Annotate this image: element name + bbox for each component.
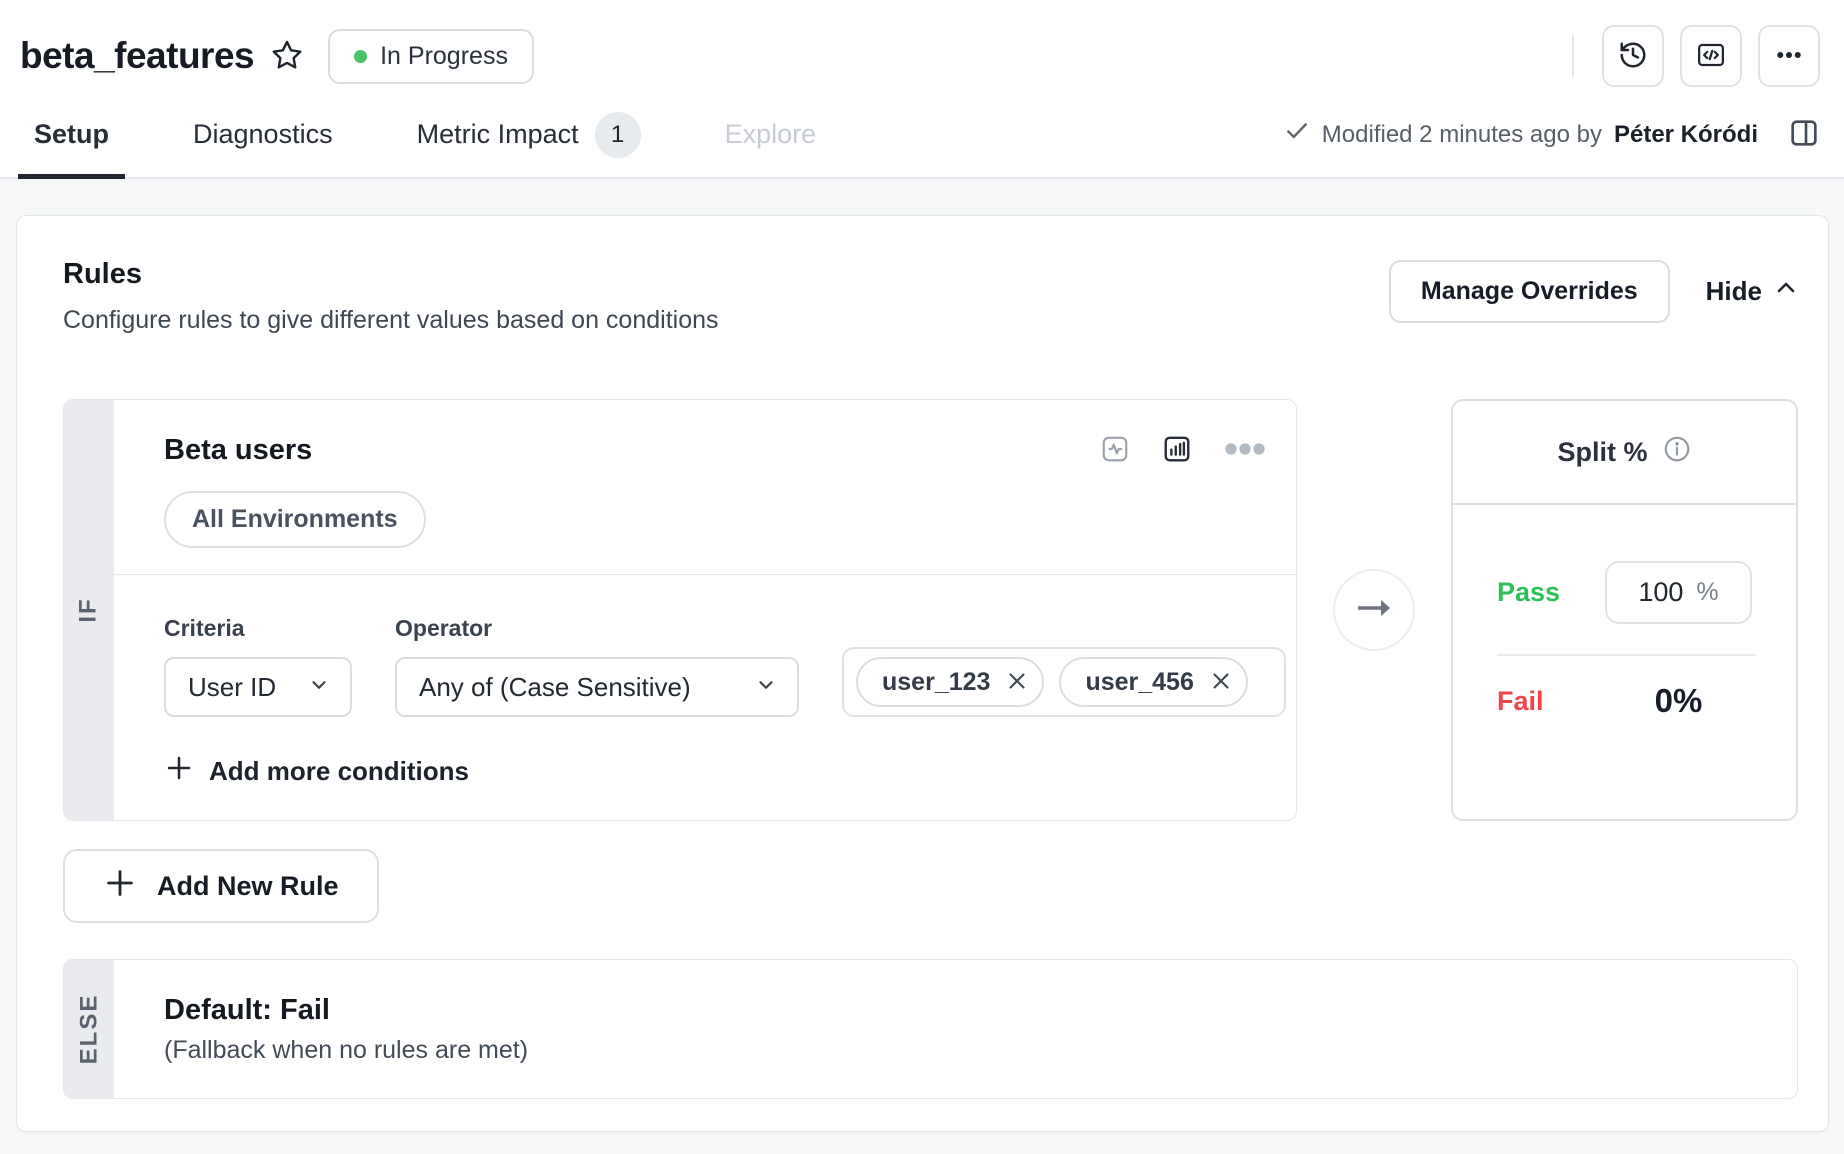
arrow-circle (1333, 569, 1415, 651)
plus-icon (103, 866, 137, 907)
check-icon (1284, 118, 1310, 151)
more-dots-icon (1224, 442, 1266, 459)
rule-analytics-button[interactable] (1162, 434, 1192, 467)
info-icon[interactable] (1662, 434, 1692, 471)
divider (1497, 654, 1756, 656)
close-icon (1004, 668, 1030, 697)
activity-chart-icon (1100, 434, 1130, 467)
add-more-conditions-button[interactable]: Add more conditions (164, 753, 469, 790)
rule-more-button[interactable] (1224, 442, 1266, 459)
modified-text: Modified 2 minutes ago by (1322, 121, 1602, 149)
value-tag: user_123 (856, 657, 1044, 707)
close-icon (1208, 668, 1234, 697)
star-icon (270, 38, 304, 75)
divider (1572, 35, 1574, 77)
metric-impact-count-badge: 1 (595, 112, 641, 158)
favorite-star-button[interactable] (270, 38, 304, 75)
rules-card: Rules Configure rules to give different … (16, 215, 1829, 1132)
chevron-up-icon (1774, 276, 1798, 307)
else-row: ELSE Default: Fail (Fallback when no rul… (63, 959, 1798, 1099)
history-button[interactable] (1602, 25, 1664, 87)
add-new-rule-button[interactable]: Add New Rule (63, 849, 379, 923)
pass-label: Pass (1497, 577, 1560, 608)
panel-right-icon (1788, 117, 1820, 152)
operator-label: Operator (395, 615, 799, 642)
history-icon (1618, 40, 1648, 73)
side-panel-toggle-button[interactable] (1788, 117, 1820, 152)
fail-percentage-value: 0% (1605, 682, 1752, 720)
rule-row: IF Beta users (63, 399, 1798, 821)
rule-card: IF Beta users (63, 399, 1297, 821)
tab-setup[interactable]: Setup (18, 92, 125, 177)
value-tag: user_456 (1059, 657, 1247, 707)
code-button[interactable] (1680, 25, 1742, 87)
if-keyword-strip: IF (64, 400, 114, 820)
percent-unit: % (1696, 578, 1718, 607)
main-content: Rules Configure rules to give different … (0, 179, 1844, 1154)
criteria-field: Criteria User ID (164, 615, 352, 717)
tab-explore: Explore (709, 92, 833, 177)
status-dot-icon (354, 50, 367, 63)
topbar: beta_features In Progress (0, 0, 1844, 92)
tab-bar: Setup Diagnostics Metric Impact 1 Explor… (0, 92, 1844, 179)
else-keyword-strip: ELSE (64, 960, 114, 1098)
status-badge[interactable]: In Progress (328, 29, 534, 84)
rule-result-connector (1297, 399, 1451, 821)
code-icon (1696, 40, 1726, 73)
arrow-right-icon (1354, 595, 1394, 626)
default-value-title: Default: Fail (164, 994, 1797, 1027)
environment-pill: All Environments (164, 491, 426, 548)
operator-select[interactable]: Any of (Case Sensitive) (395, 657, 799, 717)
chevron-down-icon (308, 672, 330, 703)
plus-icon (164, 753, 194, 790)
split-panel: Split % Pass (1451, 399, 1798, 821)
fail-label: Fail (1497, 686, 1544, 717)
remove-tag-button[interactable] (1208, 668, 1234, 697)
modified-author: Péter Kóródi (1614, 121, 1758, 149)
bar-chart-icon (1162, 434, 1192, 467)
criteria-label: Criteria (164, 615, 352, 642)
page-title: beta_features (20, 35, 254, 77)
pass-percentage-input[interactable]: 100 % (1605, 561, 1752, 624)
rules-heading: Rules (63, 258, 719, 291)
tab-diagnostics[interactable]: Diagnostics (177, 92, 349, 177)
operator-field: Operator Any of (Case Sensitive) (395, 615, 799, 717)
more-options-button[interactable] (1758, 25, 1820, 87)
chevron-down-icon (755, 672, 777, 703)
tab-metric-impact[interactable]: Metric Impact 1 (401, 92, 657, 177)
feature-gate-page: beta_features In Progress (0, 0, 1844, 1154)
modified-status: Modified 2 minutes ago by Péter Kóródi (1284, 117, 1820, 152)
split-title: Split % (1557, 437, 1647, 468)
remove-tag-button[interactable] (1004, 668, 1030, 697)
status-label: In Progress (380, 42, 508, 71)
rule-name: Beta users (164, 434, 312, 467)
values-input[interactable]: user_123 (842, 647, 1286, 717)
rules-subtitle: Configure rules to give different values… (63, 306, 719, 335)
hide-rules-button[interactable]: Hide (1706, 276, 1798, 307)
criteria-select[interactable]: User ID (164, 657, 352, 717)
default-value-subtitle: (Fallback when no rules are met) (164, 1036, 1797, 1065)
rule-activity-button[interactable] (1100, 434, 1130, 467)
more-icon (1774, 40, 1804, 73)
manage-overrides-button[interactable]: Manage Overrides (1389, 260, 1670, 323)
